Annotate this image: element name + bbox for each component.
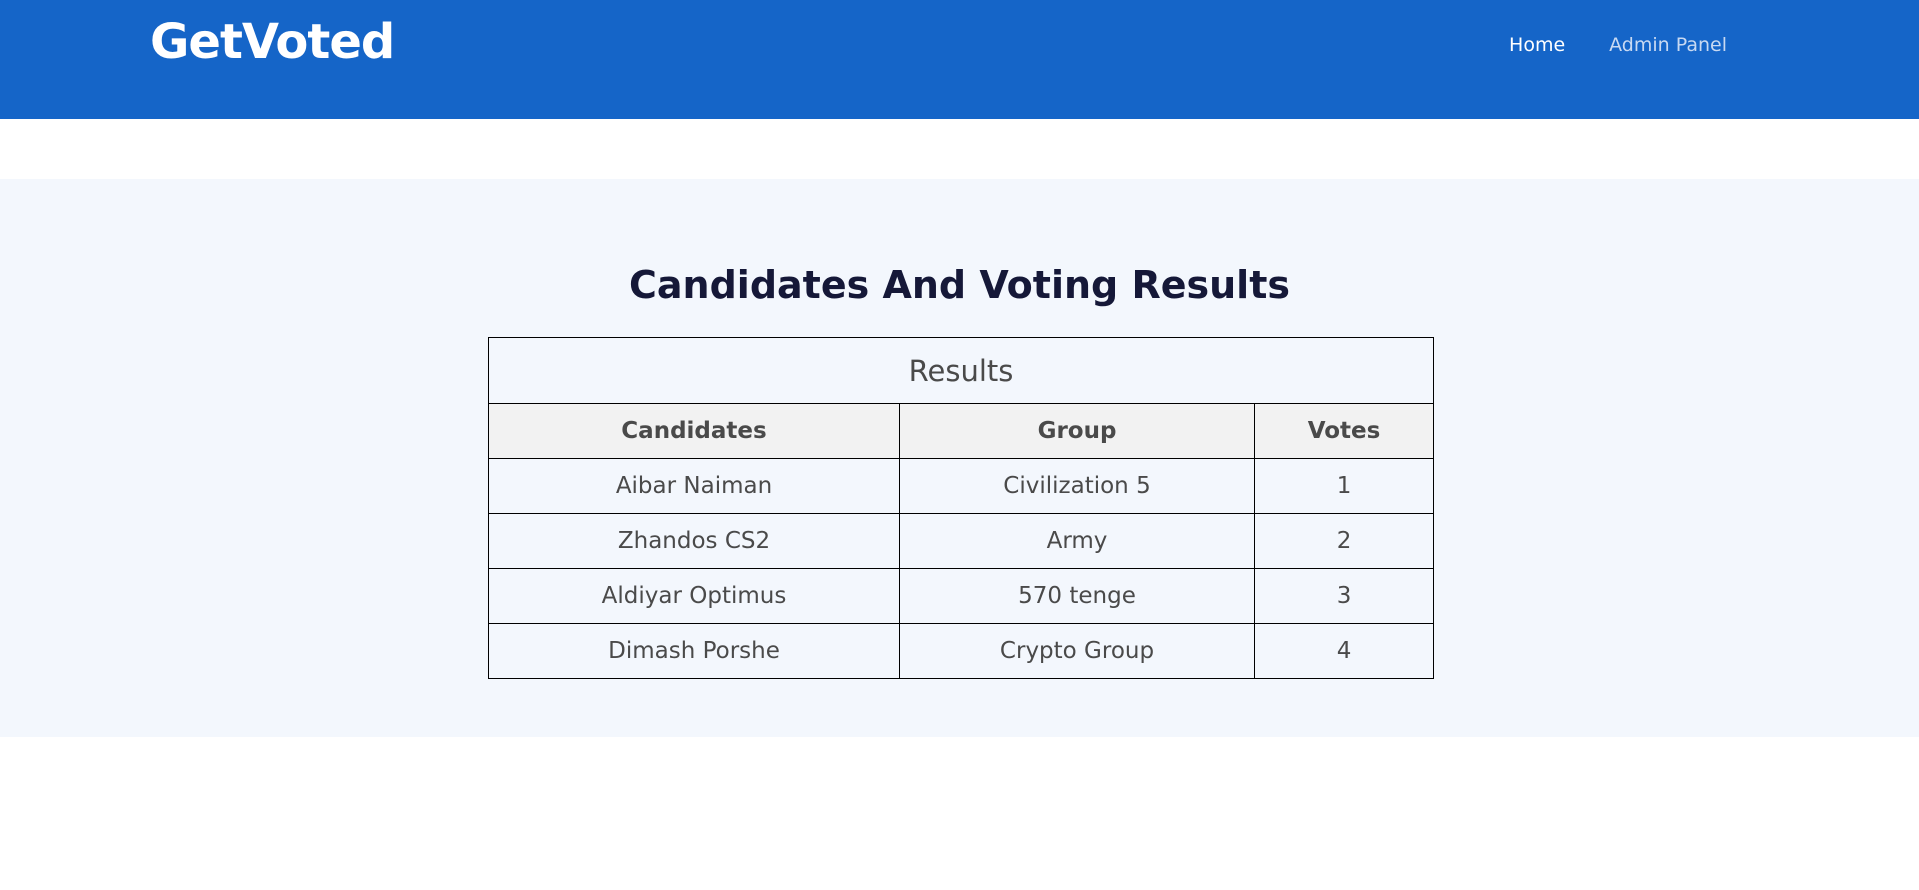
- column-header-group: Group: [899, 403, 1255, 459]
- table-header-row: Candidates Group Votes: [488, 403, 1435, 459]
- table-row: Aldiyar Optimus 570 tenge 3: [488, 568, 1435, 624]
- candidate-group-cell: Civilization 5: [899, 458, 1255, 514]
- table-row: Aibar Naiman Civilization 5 1: [488, 458, 1435, 514]
- column-header-candidates: Candidates: [488, 403, 900, 459]
- candidate-name-cell: Zhandos CS2: [488, 513, 900, 569]
- page-title: Candidates And Voting Results: [629, 263, 1290, 307]
- results-caption: Results: [487, 337, 1435, 404]
- nav-home-link[interactable]: Home: [1509, 34, 1565, 56]
- results-section: Candidates And Voting Results Results Ca…: [0, 179, 1919, 737]
- candidate-votes-cell: 1: [1253, 458, 1435, 514]
- candidate-votes-cell: 2: [1253, 513, 1435, 569]
- candidate-group-cell: 570 tenge: [899, 568, 1255, 624]
- table-row: Dimash Porshe Crypto Group 4: [488, 623, 1435, 679]
- table-row: Zhandos CS2 Army 2: [488, 513, 1435, 569]
- nav-admin-panel-link[interactable]: Admin Panel: [1609, 34, 1727, 56]
- candidate-name-cell: Aibar Naiman: [488, 458, 900, 514]
- main-nav: Home Admin Panel: [1509, 34, 1727, 56]
- candidate-group-cell: Army: [899, 513, 1255, 569]
- column-header-votes: Votes: [1253, 403, 1435, 459]
- candidate-votes-cell: 4: [1253, 623, 1435, 679]
- candidate-votes-cell: 3: [1253, 568, 1435, 624]
- candidate-name-cell: Aldiyar Optimus: [488, 568, 900, 624]
- brand-logo-link[interactable]: GetVoted: [150, 14, 395, 70]
- results-table: Results Candidates Group Votes Aibar Nai…: [487, 337, 1435, 679]
- site-header: GetVoted Home Admin Panel: [0, 0, 1919, 119]
- results-caption-row: Results: [487, 337, 1435, 404]
- candidate-name-cell: Dimash Porshe: [488, 623, 900, 679]
- candidate-group-cell: Crypto Group: [899, 623, 1255, 679]
